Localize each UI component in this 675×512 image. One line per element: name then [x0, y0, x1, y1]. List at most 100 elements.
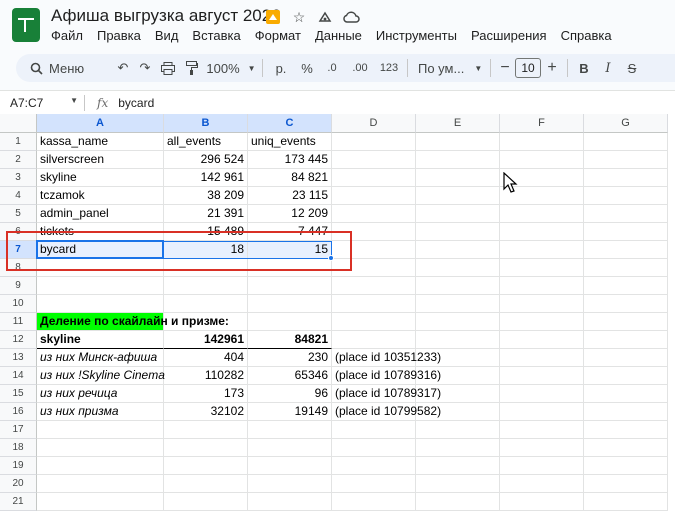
cell-b4[interactable]: 38 209	[164, 187, 248, 205]
cell-g3[interactable]	[584, 169, 668, 187]
redo-icon[interactable]: ↷	[134, 56, 156, 80]
cell-a7[interactable]: bycard	[37, 241, 164, 259]
cell-c12[interactable]: 84821	[248, 331, 332, 349]
cell-d14[interactable]: (place id 10789316)	[332, 367, 441, 385]
cell-e1[interactable]	[416, 133, 500, 151]
cell-b14[interactable]: 110282	[164, 367, 248, 385]
cell-e19[interactable]	[416, 457, 500, 475]
cell-d10[interactable]	[332, 295, 416, 313]
row-header-3[interactable]: 3	[0, 169, 37, 187]
menu-tools[interactable]: Инструменты	[376, 28, 463, 43]
cell-c19[interactable]	[248, 457, 332, 475]
cell-d7[interactable]	[332, 241, 416, 259]
cell-f21[interactable]	[500, 493, 584, 511]
menu-view[interactable]: Вид	[155, 28, 185, 43]
menu-edit[interactable]: Правка	[97, 28, 147, 43]
row-header-14[interactable]: 14	[0, 367, 37, 385]
cell-b8[interactable]	[164, 259, 248, 277]
cell-c7[interactable]: 15	[248, 241, 332, 259]
cell-e6[interactable]	[416, 223, 500, 241]
cell-a20[interactable]	[37, 475, 164, 493]
row-header-21[interactable]: 21	[0, 493, 37, 511]
cell-f9[interactable]	[500, 277, 584, 295]
cell-e14[interactable]	[416, 367, 500, 385]
cell-a11[interactable]: Деление по скайлайн и призме:	[37, 313, 229, 331]
cell-a12[interactable]: skyline	[37, 331, 164, 349]
cell-a15[interactable]: из них речица	[37, 385, 164, 403]
cell-d3[interactable]	[332, 169, 416, 187]
cell-e10[interactable]	[416, 295, 500, 313]
cell-a9[interactable]	[37, 277, 164, 295]
row-header-2[interactable]: 2	[0, 151, 37, 169]
increase-decimal-button[interactable]: .00	[345, 56, 375, 80]
cell-c17[interactable]	[248, 421, 332, 439]
row-header-18[interactable]: 18	[0, 439, 37, 457]
italic-button[interactable]: I	[596, 56, 620, 80]
cell-c2[interactable]: 173 445	[248, 151, 332, 169]
cell-g4[interactable]	[584, 187, 668, 205]
cell-c20[interactable]	[248, 475, 332, 493]
undo-icon[interactable]: ↶	[112, 56, 134, 80]
cell-g15[interactable]	[584, 385, 668, 403]
cell-e16[interactable]	[416, 403, 500, 421]
cell-d8[interactable]	[332, 259, 416, 277]
cell-b19[interactable]	[164, 457, 248, 475]
menu-data[interactable]: Данные	[315, 28, 368, 43]
cell-e8[interactable]	[416, 259, 500, 277]
cell-a13[interactable]: из них Минск-афиша	[37, 349, 164, 367]
cell-e12[interactable]	[416, 331, 500, 349]
cell-f18[interactable]	[500, 439, 584, 457]
cell-b5[interactable]: 21 391	[164, 205, 248, 223]
column-header-d[interactable]: D	[332, 114, 416, 133]
row-header-15[interactable]: 15	[0, 385, 37, 403]
cell-d11[interactable]	[332, 313, 416, 331]
menu-search[interactable]: Меню	[20, 56, 104, 80]
cell-a8[interactable]	[37, 259, 164, 277]
cell-g14[interactable]	[584, 367, 668, 385]
cell-f15[interactable]	[500, 385, 584, 403]
cell-g9[interactable]	[584, 277, 668, 295]
formula-input[interactable]: bycard	[118, 96, 154, 110]
row-header-10[interactable]: 10	[0, 295, 37, 313]
row-header-17[interactable]: 17	[0, 421, 37, 439]
menu-format[interactable]: Формат	[255, 28, 307, 43]
cell-f19[interactable]	[500, 457, 584, 475]
cell-d17[interactable]	[332, 421, 416, 439]
cell-d13[interactable]: (place id 10351233)	[332, 349, 441, 367]
slides-move-icon[interactable]	[264, 8, 282, 26]
row-header-19[interactable]: 19	[0, 457, 37, 475]
column-header-f[interactable]: F	[500, 114, 584, 133]
fill-handle[interactable]	[328, 255, 334, 261]
cell-a17[interactable]	[37, 421, 164, 439]
cell-b12[interactable]: 142961	[164, 331, 248, 349]
cell-g6[interactable]	[584, 223, 668, 241]
cell-g11[interactable]	[584, 313, 668, 331]
cell-d18[interactable]	[332, 439, 416, 457]
document-title[interactable]: Афиша выгрузка август 2026	[51, 6, 281, 26]
row-header-20[interactable]: 20	[0, 475, 37, 493]
cell-a19[interactable]	[37, 457, 164, 475]
sheets-logo-icon[interactable]	[12, 8, 40, 42]
cell-a6[interactable]: tickets	[37, 223, 164, 241]
row-header-7[interactable]: 7	[0, 241, 37, 259]
cell-b16[interactable]: 32102	[164, 403, 248, 421]
cell-c1[interactable]: uniq_events	[248, 133, 332, 151]
cell-f5[interactable]	[500, 205, 584, 223]
print-icon[interactable]	[156, 56, 180, 80]
cell-d19[interactable]	[332, 457, 416, 475]
cell-b1[interactable]: all_events	[164, 133, 248, 151]
cell-g1[interactable]	[584, 133, 668, 151]
cell-c18[interactable]	[248, 439, 332, 457]
name-box[interactable]: A7:C7 ▼	[0, 96, 84, 110]
cell-c16[interactable]: 19149	[248, 403, 332, 421]
cell-f6[interactable]	[500, 223, 584, 241]
increase-font-size-button[interactable]: +	[541, 56, 563, 80]
cell-a21[interactable]	[37, 493, 164, 511]
cell-g2[interactable]	[584, 151, 668, 169]
cell-c9[interactable]	[248, 277, 332, 295]
spreadsheet-grid[interactable]: A B C D E F G 1 kassa_name all_events uniq_events 2…	[0, 114, 675, 512]
cell-b21[interactable]	[164, 493, 248, 511]
cell-f10[interactable]	[500, 295, 584, 313]
cell-b10[interactable]	[164, 295, 248, 313]
decrease-font-size-button[interactable]: −	[495, 56, 515, 80]
